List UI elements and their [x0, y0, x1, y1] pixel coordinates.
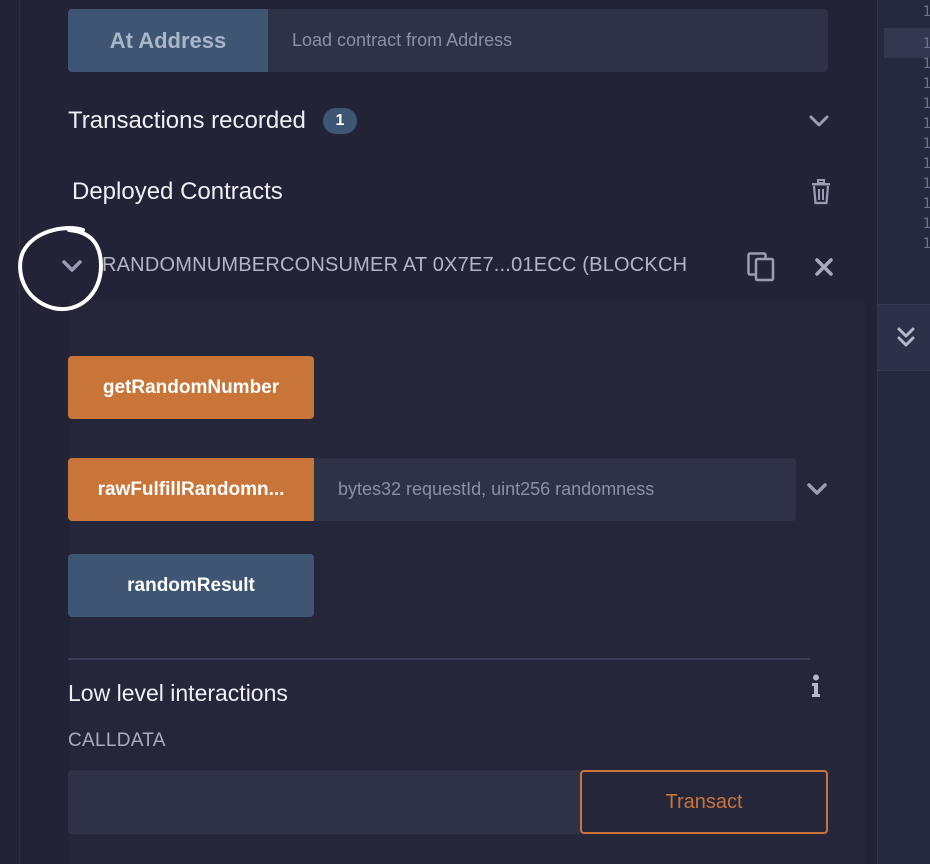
- double-chevron-down-icon[interactable]: [896, 326, 916, 348]
- deployed-contracts-title: Deployed Contracts: [72, 178, 283, 205]
- raw-fulfill-randomness-button[interactable]: rawFulfillRandomn...: [68, 458, 314, 521]
- calldata-input[interactable]: [68, 770, 580, 834]
- transact-button[interactable]: Transact: [580, 770, 828, 834]
- at-address-row: At Address Load contract from Address: [68, 9, 828, 72]
- copy-icon[interactable]: [747, 252, 775, 282]
- load-address-input[interactable]: Load contract from Address: [268, 9, 828, 72]
- gutter-line-area: 1 1 1 1 1 1 1 1 1 1 1 1: [878, 0, 930, 305]
- deployed-contracts-header: Deployed Contracts: [72, 174, 832, 210]
- gutter-line-number: 1: [922, 136, 930, 152]
- gutter-line-number: 1: [922, 4, 930, 20]
- gutter-line-number: 1: [922, 196, 930, 212]
- gutter-line-number: 1: [922, 96, 930, 112]
- editor-gutter: 1 1 1 1 1 1 1 1 1 1 1 1: [877, 0, 930, 864]
- transactions-count-badge: 1: [322, 108, 357, 134]
- close-icon[interactable]: [814, 257, 834, 277]
- at-address-button[interactable]: At Address: [68, 9, 268, 72]
- divider: [68, 658, 810, 660]
- gutter-line-number: 1: [922, 216, 930, 232]
- random-result-button[interactable]: randomResult: [68, 554, 314, 617]
- gutter-line-number: 1: [922, 116, 930, 132]
- gutter-line-number: 1: [922, 236, 930, 252]
- raw-fulfill-params-input[interactable]: bytes32 requestId, uint256 randomness: [314, 458, 796, 521]
- gutter-line-number: 1: [922, 156, 930, 172]
- calldata-label: CALLDATA: [68, 730, 166, 751]
- low-level-interactions-title: Low level interactions: [68, 680, 288, 706]
- gutter-line-number: 1: [922, 76, 930, 92]
- get-random-number-button[interactable]: getRandomNumber: [68, 356, 314, 419]
- info-icon[interactable]: [809, 674, 823, 698]
- collapse-instance-chevron-icon[interactable]: [61, 255, 83, 277]
- left-edge-border: [0, 0, 20, 864]
- gutter-line-number: 1: [922, 176, 930, 192]
- instance-name: RANDOMNUMBERCONSUMER AT 0X7E7...01ECC (B…: [102, 254, 688, 276]
- trash-icon[interactable]: [810, 179, 832, 205]
- transactions-recorded-header[interactable]: Transactions recorded 1: [68, 103, 830, 139]
- gutter-line-number: 1: [922, 36, 930, 52]
- gutter-line-number: 1: [922, 56, 930, 72]
- hand-drawn-circle-annotation: [18, 226, 104, 312]
- chevron-down-icon[interactable]: [806, 478, 828, 500]
- transactions-recorded-title: Transactions recorded: [68, 107, 306, 134]
- chevron-down-icon[interactable]: [808, 110, 830, 132]
